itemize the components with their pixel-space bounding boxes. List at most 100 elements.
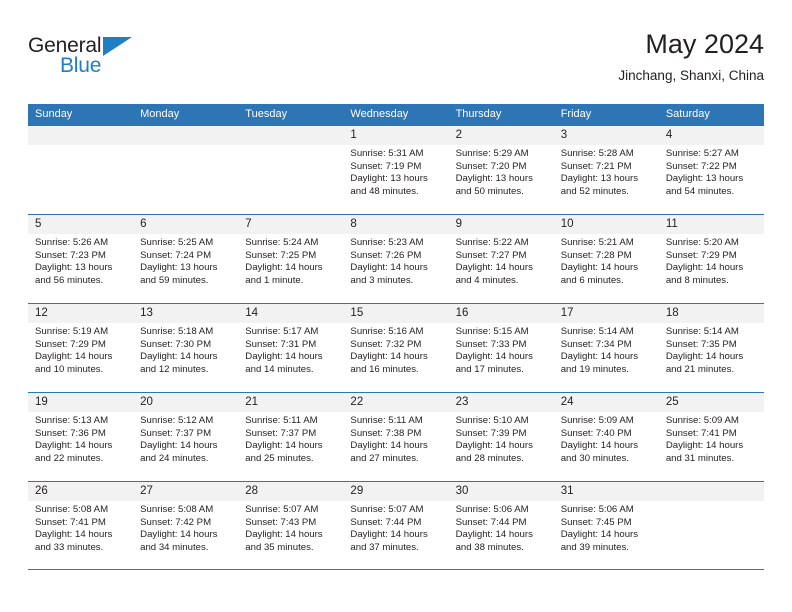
daylight-text: Daylight: 14 hours and 12 minutes.	[140, 351, 218, 375]
day-cell[interactable]: 13 Sunrise: 5:18 AM Sunset: 7:30 PM Dayligh…	[133, 304, 239, 392]
day-cell[interactable]: 18 Sunrise: 5:14 AM Sunset: 7:35 PM Dayligh…	[658, 304, 764, 392]
day-cell[interactable]: 2 Sunrise: 5:29 AM Sunset: 7:20 PM Daylight…	[448, 126, 554, 214]
day-details: Sunrise: 5:31 AM Sunset: 7:19 PM Daylight:…	[343, 145, 448, 198]
day-number: 21	[238, 393, 344, 412]
page-title: May 2024	[645, 29, 764, 59]
sunrise-text: Sunrise: 5:14 AM	[665, 326, 739, 337]
day-number: 30	[448, 482, 554, 501]
daylight-text: Daylight: 14 hours and 21 minutes.	[665, 351, 744, 375]
day-cell[interactable]: 30 Sunrise: 5:06 AM Sunset: 7:44 PM Dayligh…	[448, 482, 554, 569]
day-number: 13	[133, 304, 239, 323]
daylight-text: Daylight: 13 hours and 50 minutes.	[455, 173, 533, 197]
day-cell[interactable]: 9 Sunrise: 5:22 AM Sunset: 7:27 PM Daylight…	[448, 215, 554, 303]
sunrise-text: Sunrise: 5:07 AM	[350, 504, 424, 515]
sunrise-text: Sunrise: 5:27 AM	[665, 148, 739, 159]
week-row: 1 Sunrise: 5:31 AM Sunset: 7:19 PM Daylight…	[28, 125, 764, 214]
day-number: 22	[343, 393, 449, 412]
day-cell[interactable]: 8 Sunrise: 5:23 AM Sunset: 7:26 PM Daylight…	[343, 215, 449, 303]
sunrise-text: Sunrise: 5:17 AM	[245, 326, 319, 337]
day-cell[interactable]: 21 Sunrise: 5:11 AM Sunset: 7:37 PM Dayligh…	[238, 393, 344, 481]
day-cell[interactable]: 31 Sunrise: 5:06 AM Sunset: 7:45 PM Dayligh…	[553, 482, 659, 569]
day-cell[interactable]: 4 Sunrise: 5:27 AM Sunset: 7:22 PM Daylight…	[658, 126, 764, 214]
sunset-text: Sunset: 7:24 PM	[140, 249, 212, 261]
sunset-text: Sunset: 7:29 PM	[35, 338, 106, 350]
daylight-text: Daylight: 13 hours and 52 minutes.	[560, 173, 639, 197]
day-number: 29	[343, 482, 449, 501]
sunset-text: Sunset: 7:35 PM	[665, 338, 737, 350]
daylight-text: Daylight: 14 hours and 28 minutes.	[455, 440, 533, 464]
sunset-text: Sunset: 7:31 PM	[245, 338, 317, 350]
day-number: 31	[553, 482, 659, 501]
sunset-text: Sunset: 7:34 PM	[560, 338, 632, 350]
day-cell[interactable]: 29 Sunrise: 5:07 AM Sunset: 7:44 PM Dayligh…	[343, 482, 449, 569]
day-details: Sunrise: 5:14 AM Sunset: 7:35 PM Daylight:…	[659, 323, 764, 376]
sunrise-text: Sunrise: 5:18 AM	[140, 326, 214, 337]
daylight-text: Daylight: 14 hours and 19 minutes.	[560, 351, 639, 375]
day-number: 17	[553, 304, 659, 323]
day-number: 24	[553, 393, 659, 412]
day-cell[interactable]: 22 Sunrise: 5:11 AM Sunset: 7:38 PM Dayligh…	[343, 393, 449, 481]
sunrise-text: Sunrise: 5:19 AM	[35, 326, 109, 337]
day-cell[interactable]: 14 Sunrise: 5:17 AM Sunset: 7:31 PM Dayligh…	[238, 304, 344, 392]
day-cell[interactable]: 7 Sunrise: 5:24 AM Sunset: 7:25 PM Daylight…	[238, 215, 344, 303]
day-cell[interactable]: 17 Sunrise: 5:14 AM Sunset: 7:34 PM Dayligh…	[553, 304, 659, 392]
day-number	[133, 126, 239, 145]
weekday-header-tuesday: Tuesday	[245, 108, 288, 120]
sunset-text: Sunset: 7:45 PM	[560, 516, 632, 528]
day-number: 14	[238, 304, 344, 323]
day-cell[interactable]: 6 Sunrise: 5:25 AM Sunset: 7:24 PM Daylight…	[133, 215, 239, 303]
sunset-text: Sunset: 7:20 PM	[455, 160, 527, 172]
day-cell[interactable]: 1 Sunrise: 5:31 AM Sunset: 7:19 PM Daylight…	[343, 126, 449, 214]
day-cell[interactable]: 12 Sunrise: 5:19 AM Sunset: 7:29 PM Dayligh…	[28, 304, 134, 392]
sunset-text: Sunset: 7:23 PM	[35, 249, 106, 261]
day-cell[interactable]: 28 Sunrise: 5:07 AM Sunset: 7:43 PM Dayligh…	[238, 482, 344, 569]
day-number: 1	[343, 126, 449, 145]
page-header: General Blue May 2024 Jinchang, Shanxi, …	[28, 28, 764, 96]
sunset-text: Sunset: 7:37 PM	[140, 427, 212, 439]
day-cell-empty[interactable]	[28, 126, 134, 214]
day-cell[interactable]: 25 Sunrise: 5:09 AM Sunset: 7:41 PM Dayligh…	[658, 393, 764, 481]
day-cell[interactable]: 3 Sunrise: 5:28 AM Sunset: 7:21 PM Daylight…	[553, 126, 659, 214]
day-cell[interactable]: 24 Sunrise: 5:09 AM Sunset: 7:40 PM Dayligh…	[553, 393, 659, 481]
day-details: Sunrise: 5:23 AM Sunset: 7:26 PM Daylight:…	[343, 234, 448, 287]
sunrise-text: Sunrise: 5:11 AM	[350, 415, 423, 426]
daylight-text: Daylight: 13 hours and 48 minutes.	[350, 173, 428, 197]
day-details: Sunrise: 5:18 AM Sunset: 7:30 PM Daylight:…	[133, 323, 238, 376]
week-row: 19 Sunrise: 5:13 AM Sunset: 7:36 PM Dayligh…	[28, 392, 764, 481]
day-cell[interactable]: 5 Sunrise: 5:26 AM Sunset: 7:23 PM Daylight…	[28, 215, 134, 303]
week-row: 5 Sunrise: 5:26 AM Sunset: 7:23 PM Daylight…	[28, 214, 764, 303]
sunset-text: Sunset: 7:37 PM	[245, 427, 317, 439]
day-cell[interactable]: 11 Sunrise: 5:20 AM Sunset: 7:29 PM Dayligh…	[658, 215, 764, 303]
sunset-text: Sunset: 7:41 PM	[665, 427, 737, 439]
sunset-text: Sunset: 7:33 PM	[455, 338, 527, 350]
day-cell-empty[interactable]	[238, 126, 344, 214]
day-cell[interactable]: 16 Sunrise: 5:15 AM Sunset: 7:33 PM Dayligh…	[448, 304, 554, 392]
day-number: 10	[553, 215, 659, 234]
sunset-text: Sunset: 7:29 PM	[665, 249, 737, 261]
day-cell[interactable]: 23 Sunrise: 5:10 AM Sunset: 7:39 PM Dayligh…	[448, 393, 554, 481]
sunrise-text: Sunrise: 5:29 AM	[455, 148, 529, 159]
general-blue-logo: General Blue	[28, 34, 168, 86]
day-cell[interactable]: 15 Sunrise: 5:16 AM Sunset: 7:32 PM Dayligh…	[343, 304, 449, 392]
day-details: Sunrise: 5:21 AM Sunset: 7:28 PM Daylight:…	[554, 234, 659, 287]
day-cell[interactable]: 27 Sunrise: 5:08 AM Sunset: 7:42 PM Dayligh…	[133, 482, 239, 569]
sunrise-text: Sunrise: 5:28 AM	[560, 148, 634, 159]
sunrise-text: Sunrise: 5:13 AM	[35, 415, 109, 426]
daylight-text: Daylight: 14 hours and 17 minutes.	[455, 351, 533, 375]
day-details: Sunrise: 5:08 AM Sunset: 7:41 PM Daylight:…	[28, 501, 133, 554]
day-cell[interactable]: 10 Sunrise: 5:21 AM Sunset: 7:28 PM Dayligh…	[553, 215, 659, 303]
day-cell-empty[interactable]	[133, 126, 239, 214]
day-cell[interactable]: 26 Sunrise: 5:08 AM Sunset: 7:41 PM Dayligh…	[28, 482, 134, 569]
day-number: 23	[448, 393, 554, 412]
day-details: Sunrise: 5:06 AM Sunset: 7:44 PM Daylight:…	[449, 501, 554, 554]
day-cell[interactable]: 19 Sunrise: 5:13 AM Sunset: 7:36 PM Dayligh…	[28, 393, 134, 481]
day-details: Sunrise: 5:22 AM Sunset: 7:27 PM Daylight:…	[449, 234, 554, 287]
daylight-text: Daylight: 14 hours and 34 minutes.	[140, 529, 218, 553]
daylight-text: Daylight: 14 hours and 22 minutes.	[35, 440, 113, 464]
day-details: Sunrise: 5:09 AM Sunset: 7:41 PM Daylight:…	[659, 412, 764, 465]
day-number: 28	[238, 482, 344, 501]
day-cell-empty[interactable]	[658, 482, 764, 569]
sunset-text: Sunset: 7:42 PM	[140, 516, 212, 528]
day-cell[interactable]: 20 Sunrise: 5:12 AM Sunset: 7:37 PM Dayligh…	[133, 393, 239, 481]
sunrise-text: Sunrise: 5:06 AM	[455, 504, 529, 515]
